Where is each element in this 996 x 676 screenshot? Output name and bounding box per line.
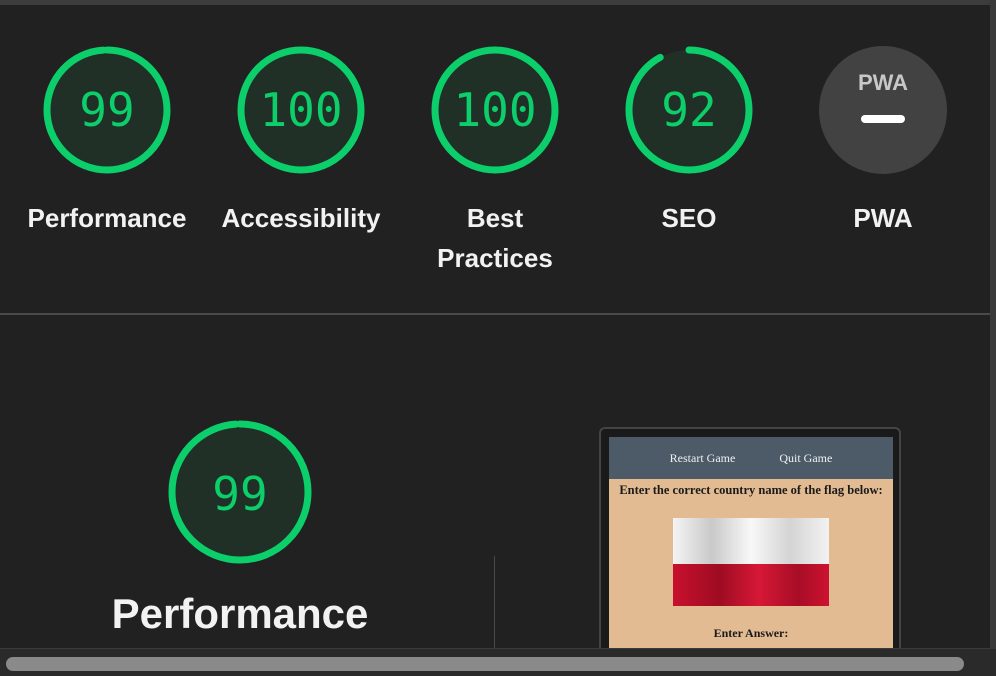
- gauge-performance-ring: 99: [43, 46, 171, 174]
- screenshot-nav: Restart Game Quit Game: [609, 437, 893, 479]
- column-divider: [494, 556, 495, 656]
- flag-image: [673, 518, 829, 606]
- pwa-dash: [861, 115, 905, 123]
- gauge-accessibility-ring: 100: [237, 46, 365, 174]
- screenshot-restart-link: Restart Game: [669, 450, 736, 465]
- final-screenshot-thumbnail[interactable]: Restart Game Quit Game Enter the correct…: [599, 427, 901, 667]
- pwa-badge-text: PWA: [858, 70, 908, 95]
- gauge-accessibility[interactable]: 100 Accessibility: [204, 44, 398, 238]
- gauge-seo[interactable]: 92 SEO: [592, 44, 786, 238]
- right-border: [990, 0, 996, 676]
- performance-section-score: 99: [212, 467, 267, 521]
- gauge-pwa[interactable]: PWA PWA: [786, 44, 980, 238]
- pwa-badge-icon: PWA: [819, 46, 947, 174]
- gauge-seo-score: 92: [661, 83, 716, 137]
- screenshot-prompt: Enter the correct country name of the fl…: [619, 483, 883, 497]
- horizontal-scrollbar-thumb[interactable]: [6, 657, 964, 671]
- poland-flag-icon: [673, 518, 829, 606]
- gauge-best-practices-label: Best Practices: [437, 203, 553, 273]
- top-border: [0, 0, 996, 5]
- section-divider: [0, 313, 990, 315]
- gauge-best-practices-score: 100: [453, 83, 536, 137]
- gauge-seo-ring: 92: [625, 46, 753, 174]
- gauge-accessibility-label: Accessibility: [221, 203, 381, 233]
- gauge-seo-label: SEO: [661, 203, 717, 233]
- horizontal-scrollbar[interactable]: [0, 648, 996, 676]
- performance-section-ring: 99: [168, 420, 312, 564]
- screenshot-quit-link: Quit Game: [779, 450, 833, 465]
- screenshot-page: Restart Game Quit Game Enter the correct…: [609, 437, 893, 665]
- gauge-best-practices[interactable]: 100 Best Practices: [398, 44, 592, 278]
- gauge-performance-score: 99: [79, 83, 134, 137]
- screenshot-answer-label: Enter Answer:: [713, 626, 789, 640]
- gauge-accessibility-score: 100: [259, 83, 342, 137]
- gauge-best-practices-ring: 100: [431, 46, 559, 174]
- gauge-performance[interactable]: 99 Performance: [10, 44, 204, 238]
- lighthouse-report: 99 Performance 100 Accessibility 100 Bes…: [0, 0, 996, 676]
- gauge-pwa-label: PWA: [853, 203, 913, 233]
- performance-section-title: Performance: [111, 590, 369, 637]
- gauge-performance-label: Performance: [27, 203, 187, 233]
- performance-section-gauge: 99: [140, 420, 340, 575]
